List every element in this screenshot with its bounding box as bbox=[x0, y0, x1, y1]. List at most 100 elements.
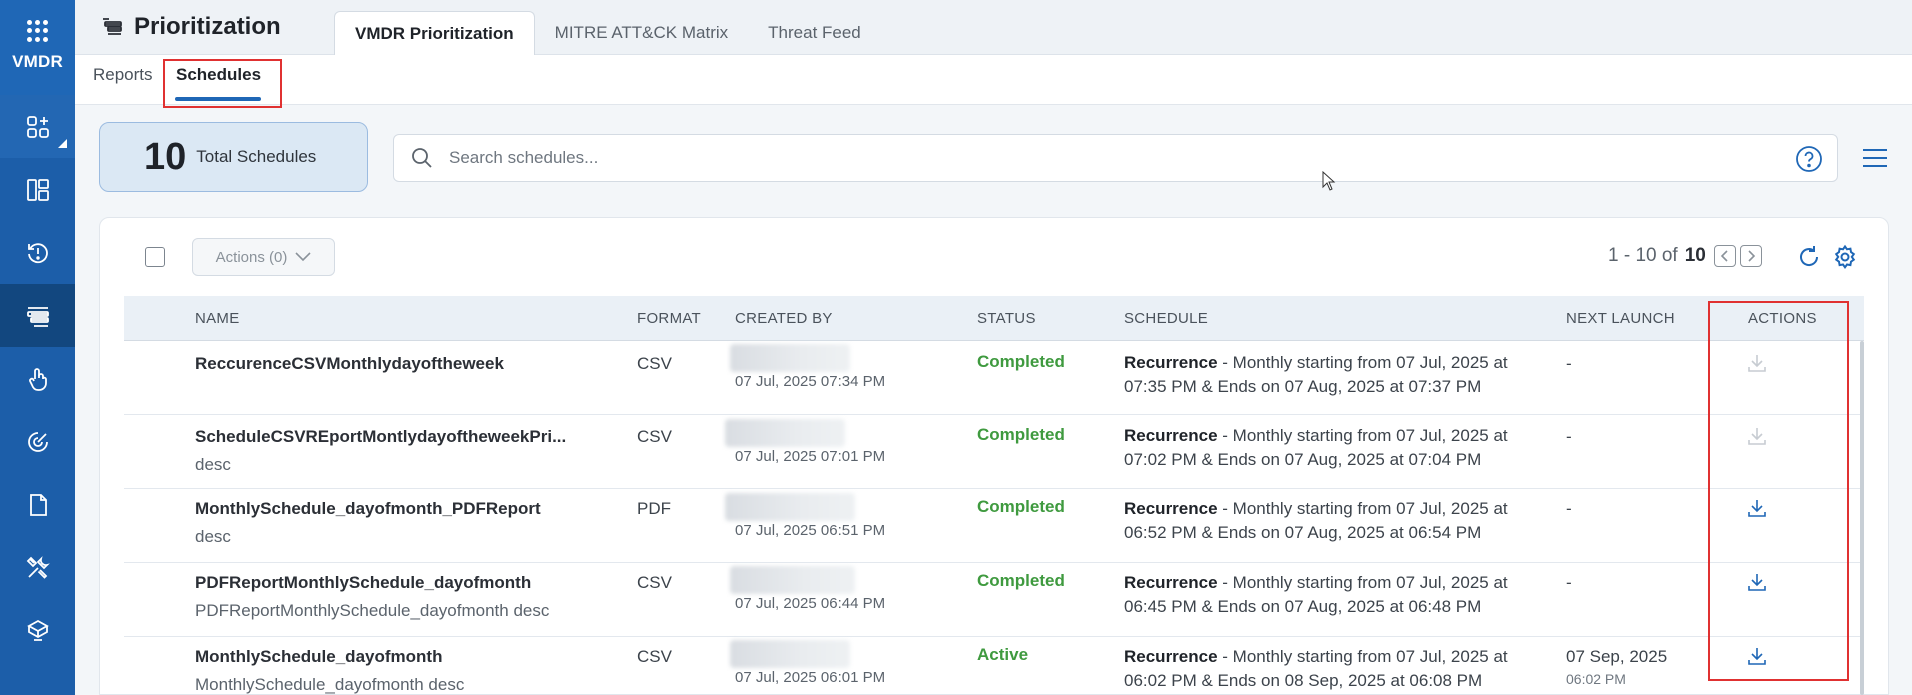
rail-scan[interactable] bbox=[0, 410, 75, 473]
created-date: 07 Jul, 2025 06:01 PM bbox=[735, 669, 886, 686]
search-bar bbox=[393, 134, 1838, 182]
format-value: CSV bbox=[637, 354, 672, 373]
hand-pointer-icon bbox=[28, 367, 47, 391]
schedule-type: Recurrence bbox=[1124, 647, 1218, 666]
prioritization-title-icon bbox=[103, 18, 122, 35]
schedule-details: Recurrence - Monthly starting from 07 Ju… bbox=[1124, 351, 1544, 399]
tab-mitre-attack-matrix[interactable]: MITRE ATT&CK Matrix bbox=[535, 11, 748, 55]
chevron-right-icon bbox=[1748, 250, 1755, 262]
next-page-button[interactable] bbox=[1739, 245, 1762, 267]
search-input[interactable] bbox=[449, 148, 1749, 168]
status-badge: Completed bbox=[977, 352, 1065, 371]
created-by-redacted bbox=[730, 640, 850, 668]
total-schedules-count: 10 bbox=[144, 135, 187, 178]
schedule-type: Recurrence bbox=[1124, 573, 1218, 592]
col-schedule[interactable]: SCHEDULE bbox=[1124, 310, 1208, 327]
pagination-total: 10 bbox=[1684, 245, 1706, 266]
expand-corner-icon bbox=[58, 139, 67, 148]
app-name: VMDR bbox=[12, 52, 63, 71]
search-icon bbox=[412, 148, 432, 168]
pagination: 1 - 10 of 10 bbox=[1608, 245, 1762, 267]
schedule-type: Recurrence bbox=[1124, 353, 1218, 372]
total-schedules-label: Total Schedules bbox=[196, 147, 317, 166]
chevron-left-icon bbox=[1720, 250, 1728, 262]
col-name[interactable]: NAME bbox=[195, 310, 240, 327]
dashboard-icon bbox=[26, 178, 49, 201]
created-date: 07 Jul, 2025 06:44 PM bbox=[735, 595, 886, 612]
col-status[interactable]: STATUS bbox=[977, 310, 1036, 327]
app-switcher[interactable]: VMDR bbox=[0, 0, 75, 95]
cube-icon bbox=[26, 619, 49, 641]
created-date: 07 Jul, 2025 07:01 PM bbox=[735, 448, 886, 465]
created-by-redacted bbox=[730, 344, 850, 372]
rail-response[interactable] bbox=[0, 347, 75, 410]
left-nav-rail: VMDR bbox=[0, 0, 75, 695]
created-by-redacted bbox=[725, 493, 855, 521]
schedule-desc: PDFReportMonthlySchedule_dayofmonth desc bbox=[195, 601, 550, 620]
rail-prioritization[interactable] bbox=[0, 284, 75, 347]
next-launch-time: 06:02 PM bbox=[1566, 671, 1626, 687]
table-scrollbar[interactable] bbox=[1860, 341, 1864, 695]
next-launch-date: - bbox=[1566, 499, 1572, 518]
rail-reports[interactable] bbox=[0, 473, 75, 536]
next-launch-date: 07 Sep, 2025 bbox=[1566, 647, 1668, 666]
col-created-by[interactable]: CREATED BY bbox=[735, 310, 833, 327]
status-badge: Completed bbox=[977, 571, 1065, 590]
status-badge: Active bbox=[977, 645, 1029, 664]
schedule-name[interactable]: PDFReportMonthlySchedule_dayofmonth bbox=[195, 573, 549, 593]
radar-icon bbox=[27, 431, 48, 452]
format-value: PDF bbox=[637, 499, 671, 518]
rail-history[interactable] bbox=[0, 221, 75, 284]
created-date: 07 Jul, 2025 07:34 PM bbox=[735, 373, 886, 390]
page-title-text: Prioritization bbox=[134, 13, 281, 40]
table-row[interactable]: ReccurenceCSVMonthlydayoftheweek CSV 07 … bbox=[124, 341, 1864, 415]
help-icon[interactable] bbox=[1795, 145, 1823, 173]
status-badge: Completed bbox=[977, 425, 1065, 444]
tab-vmdr-prioritization[interactable]: VMDR Prioritization bbox=[334, 11, 535, 55]
rail-dashboard[interactable] bbox=[0, 158, 75, 221]
refresh-icon[interactable] bbox=[1796, 244, 1822, 270]
schedule-name[interactable]: ReccurenceCSVMonthlydayoftheweek bbox=[195, 354, 504, 374]
schedule-desc: desc bbox=[195, 455, 231, 474]
document-icon bbox=[29, 493, 47, 516]
rail-widgets[interactable] bbox=[0, 95, 75, 158]
tab-threat-feed[interactable]: Threat Feed bbox=[748, 11, 881, 55]
prev-page-button[interactable] bbox=[1713, 245, 1736, 267]
table-row[interactable]: MonthlySchedule_dayofmonth MonthlySchedu… bbox=[124, 637, 1864, 695]
tools-icon bbox=[26, 555, 50, 579]
total-schedules-card: 10 Total Schedules bbox=[99, 122, 368, 192]
select-all-checkbox[interactable] bbox=[145, 247, 165, 267]
schedule-desc: MonthlySchedule_dayofmonth desc bbox=[195, 675, 465, 694]
created-date: 07 Jul, 2025 06:51 PM bbox=[735, 522, 886, 539]
col-next-launch[interactable]: NEXT LAUNCH bbox=[1566, 310, 1675, 327]
next-launch-date: - bbox=[1566, 354, 1572, 373]
schedule-details: Recurrence - Monthly starting from 07 Ju… bbox=[1124, 571, 1544, 619]
rail-tools[interactable] bbox=[0, 536, 75, 599]
subtab-reports[interactable]: Reports bbox=[93, 65, 153, 85]
gear-icon[interactable] bbox=[1832, 244, 1858, 270]
col-format[interactable]: FORMAT bbox=[637, 310, 701, 327]
schedule-name[interactable]: ScheduleCSVREportMontlydayoftheweekPri..… bbox=[195, 427, 566, 447]
schedule-name[interactable]: MonthlySchedule_dayofmonth_PDFReport bbox=[195, 499, 541, 519]
top-tab-strip: VMDR Prioritization MITRE ATT&CK Matrix … bbox=[334, 11, 881, 55]
table-row[interactable]: PDFReportMonthlySchedule_dayofmonth PDFR… bbox=[124, 563, 1864, 637]
mouse-cursor-icon bbox=[1322, 171, 1336, 191]
app-grid-icon bbox=[26, 20, 49, 42]
format-value: CSV bbox=[637, 427, 672, 446]
rail-assets[interactable] bbox=[0, 599, 75, 662]
schedule-name[interactable]: MonthlySchedule_dayofmonth bbox=[195, 647, 464, 667]
table-row[interactable]: ScheduleCSVREportMontlydayoftheweekPri..… bbox=[124, 415, 1864, 489]
schedule-details: Recurrence - Monthly starting from 07 Ju… bbox=[1124, 497, 1544, 545]
format-value: CSV bbox=[637, 647, 672, 666]
actions-dropdown-label: Actions (0) bbox=[215, 248, 288, 266]
actions-dropdown[interactable]: Actions (0) bbox=[192, 238, 335, 276]
schedule-type: Recurrence bbox=[1124, 426, 1218, 445]
schedule-details: Recurrence - Monthly starting from 07 Ju… bbox=[1124, 645, 1544, 693]
schedule-type: Recurrence bbox=[1124, 499, 1218, 518]
table-row[interactable]: MonthlySchedule_dayofmonth_PDFReport des… bbox=[124, 489, 1864, 563]
page-title: Prioritization bbox=[100, 13, 281, 41]
prioritization-icon bbox=[26, 306, 49, 327]
next-launch-date: - bbox=[1566, 573, 1572, 592]
next-launch-date: - bbox=[1566, 427, 1572, 446]
hamburger-menu-icon[interactable] bbox=[1862, 148, 1888, 168]
